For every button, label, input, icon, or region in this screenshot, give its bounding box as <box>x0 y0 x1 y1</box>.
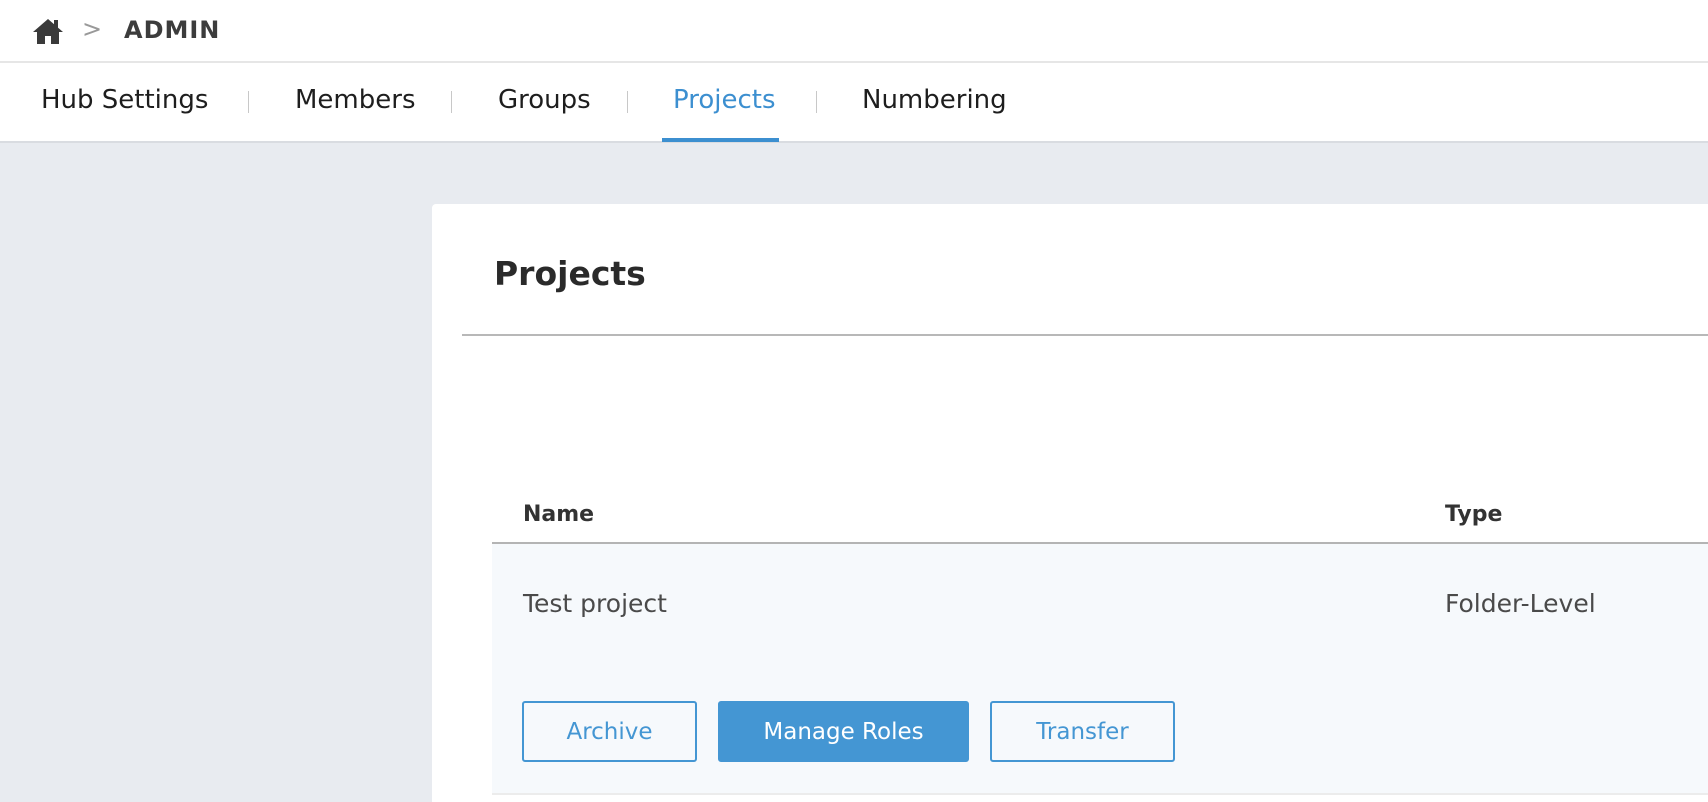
transfer-button[interactable]: Transfer <box>990 701 1175 762</box>
tab-projects[interactable]: Projects <box>673 85 776 115</box>
project-type: Folder-Level <box>1445 589 1596 618</box>
projects-card: Projects Name Type Test project Folder-L… <box>432 204 1708 802</box>
tab-divider <box>248 91 249 113</box>
tab-numbering[interactable]: Numbering <box>862 85 1007 115</box>
top-bar: > ADMIN <box>0 0 1708 63</box>
breadcrumb-current: ADMIN <box>124 16 221 44</box>
manage-roles-button[interactable]: Manage Roles <box>718 701 969 762</box>
column-header-type[interactable]: Type <box>1445 502 1502 527</box>
project-name: Test project <box>523 589 667 618</box>
breadcrumb-chevron-icon: > <box>82 15 103 43</box>
tab-divider <box>627 91 628 113</box>
tab-groups[interactable]: Groups <box>498 85 591 115</box>
tab-hub-settings[interactable]: Hub Settings <box>41 85 208 115</box>
archive-button[interactable]: Archive <box>522 701 697 762</box>
tab-bar: Hub Settings Members Groups Projects Num… <box>0 63 1708 143</box>
tab-divider <box>816 91 817 113</box>
active-tab-indicator <box>662 138 779 142</box>
column-header-name[interactable]: Name <box>523 502 594 527</box>
table-row[interactable]: Test project Folder-Level Archive Manage… <box>492 544 1708 795</box>
page-title: Projects <box>494 254 646 293</box>
home-icon[interactable] <box>32 17 64 45</box>
title-divider <box>462 334 1708 336</box>
tab-divider <box>451 91 452 113</box>
tab-members[interactable]: Members <box>295 85 416 115</box>
